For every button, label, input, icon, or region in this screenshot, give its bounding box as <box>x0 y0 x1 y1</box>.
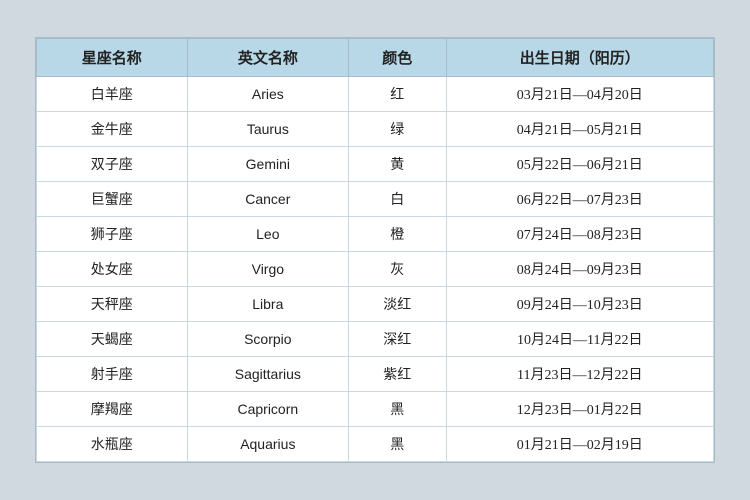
zodiac-table: 星座名称 英文名称 颜色 出生日期（阳历） 白羊座Aries红03月21日—04… <box>36 38 714 462</box>
cell-zh-name: 狮子座 <box>37 217 188 252</box>
table-row: 金牛座Taurus绿04月21日—05月21日 <box>37 112 714 147</box>
zodiac-table-container: 星座名称 英文名称 颜色 出生日期（阳历） 白羊座Aries红03月21日—04… <box>35 37 715 463</box>
table-row: 白羊座Aries红03月21日—04月20日 <box>37 77 714 112</box>
cell-zh-name: 巨蟹座 <box>37 182 188 217</box>
cell-date: 04月21日—05月21日 <box>446 112 713 147</box>
cell-en-name: Virgo <box>187 252 348 287</box>
cell-en-name: Scorpio <box>187 322 348 357</box>
table-row: 射手座Sagittarius紫红11月23日—12月22日 <box>37 357 714 392</box>
cell-en-name: Leo <box>187 217 348 252</box>
header-en-name: 英文名称 <box>187 39 348 77</box>
cell-date: 12月23日—01月22日 <box>446 392 713 427</box>
cell-en-name: Aries <box>187 77 348 112</box>
cell-zh-name: 天秤座 <box>37 287 188 322</box>
table-row: 双子座Gemini黄05月22日—06月21日 <box>37 147 714 182</box>
header-zh-name: 星座名称 <box>37 39 188 77</box>
cell-zh-name: 金牛座 <box>37 112 188 147</box>
cell-zh-name: 摩羯座 <box>37 392 188 427</box>
cell-color: 紫红 <box>349 357 446 392</box>
table-row: 天秤座Libra淡红09月24日—10月23日 <box>37 287 714 322</box>
cell-en-name: Sagittarius <box>187 357 348 392</box>
cell-date: 10月24日—11月22日 <box>446 322 713 357</box>
cell-color: 黑 <box>349 392 446 427</box>
cell-color: 绿 <box>349 112 446 147</box>
cell-color: 橙 <box>349 217 446 252</box>
table-row: 狮子座Leo橙07月24日—08月23日 <box>37 217 714 252</box>
table-row: 巨蟹座Cancer白06月22日—07月23日 <box>37 182 714 217</box>
cell-color: 灰 <box>349 252 446 287</box>
cell-color: 黄 <box>349 147 446 182</box>
cell-en-name: Cancer <box>187 182 348 217</box>
cell-date: 09月24日—10月23日 <box>446 287 713 322</box>
cell-color: 深红 <box>349 322 446 357</box>
table-header-row: 星座名称 英文名称 颜色 出生日期（阳历） <box>37 39 714 77</box>
cell-en-name: Libra <box>187 287 348 322</box>
header-date: 出生日期（阳历） <box>446 39 713 77</box>
table-row: 天蝎座Scorpio深红10月24日—11月22日 <box>37 322 714 357</box>
cell-zh-name: 双子座 <box>37 147 188 182</box>
cell-zh-name: 射手座 <box>37 357 188 392</box>
cell-color: 黑 <box>349 427 446 462</box>
cell-color: 白 <box>349 182 446 217</box>
cell-date: 03月21日—04月20日 <box>446 77 713 112</box>
cell-date: 08月24日—09月23日 <box>446 252 713 287</box>
cell-date: 01月21日—02月19日 <box>446 427 713 462</box>
table-row: 水瓶座Aquarius黑01月21日—02月19日 <box>37 427 714 462</box>
cell-date: 06月22日—07月23日 <box>446 182 713 217</box>
cell-color: 淡红 <box>349 287 446 322</box>
header-color: 颜色 <box>349 39 446 77</box>
cell-date: 11月23日—12月22日 <box>446 357 713 392</box>
cell-zh-name: 白羊座 <box>37 77 188 112</box>
cell-en-name: Taurus <box>187 112 348 147</box>
cell-zh-name: 水瓶座 <box>37 427 188 462</box>
cell-zh-name: 天蝎座 <box>37 322 188 357</box>
cell-en-name: Gemini <box>187 147 348 182</box>
cell-en-name: Aquarius <box>187 427 348 462</box>
cell-date: 05月22日—06月21日 <box>446 147 713 182</box>
table-row: 处女座Virgo灰08月24日—09月23日 <box>37 252 714 287</box>
cell-color: 红 <box>349 77 446 112</box>
cell-zh-name: 处女座 <box>37 252 188 287</box>
table-row: 摩羯座Capricorn黑12月23日—01月22日 <box>37 392 714 427</box>
cell-en-name: Capricorn <box>187 392 348 427</box>
cell-date: 07月24日—08月23日 <box>446 217 713 252</box>
